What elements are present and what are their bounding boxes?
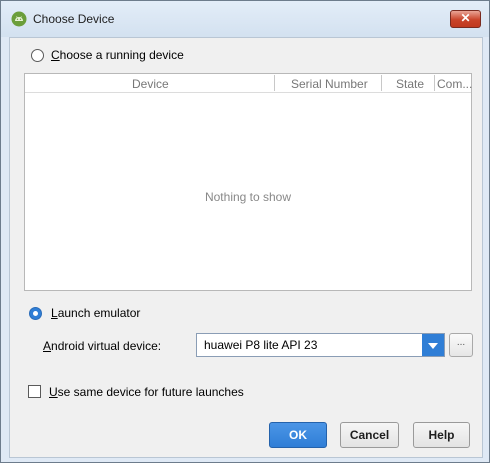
launch-emulator-label[interactable]: Launch emulator	[51, 306, 140, 320]
same-device-checkbox[interactable]	[28, 385, 41, 398]
launch-emulator-mnemonic: L	[51, 306, 58, 320]
same-device-label[interactable]: Use same device for future launches	[49, 385, 244, 399]
avd-label: Android virtual device:	[43, 339, 161, 353]
close-button[interactable]: ✕	[450, 10, 481, 28]
column-divider	[381, 75, 382, 91]
cancel-button[interactable]: Cancel	[340, 422, 399, 448]
avd-browse-button[interactable]: ...	[449, 333, 473, 357]
ellipsis-icon: ...	[456, 337, 466, 348]
same-device-label-rest: se same device for future launches	[57, 385, 244, 399]
launch-emulator-label-rest: aunch emulator	[57, 306, 141, 320]
dialog-content: Choose a running device Device Serial Nu…	[9, 37, 483, 458]
empty-table-message: Nothing to show	[204, 190, 292, 204]
avd-mnemonic: A	[43, 339, 52, 353]
column-serial-number[interactable]: Serial Number	[291, 77, 368, 91]
title-bar[interactable]: Choose Device ✕	[1, 1, 489, 37]
running-device-label-rest: hoose a running device	[59, 48, 184, 62]
avd-selected-value: huawei P8 lite API 23	[204, 338, 318, 352]
column-device[interactable]: Device	[132, 77, 169, 91]
device-table[interactable]: Device Serial Number State Com... Nothin…	[24, 73, 472, 291]
running-device-mnemonic: C	[51, 48, 60, 62]
column-state[interactable]: State	[396, 77, 424, 91]
column-compatible[interactable]: Com...	[437, 77, 472, 91]
same-device-mnemonic: U	[49, 385, 58, 399]
running-device-label[interactable]: Choose a running device	[51, 48, 184, 62]
device-table-header: Device Serial Number State Com...	[25, 74, 472, 93]
chevron-down-icon[interactable]	[422, 334, 444, 356]
running-device-radio[interactable]	[31, 49, 44, 62]
launch-emulator-radio[interactable]	[29, 307, 42, 320]
avd-select[interactable]: huawei P8 lite API 23	[196, 333, 445, 357]
ok-button[interactable]: OK	[269, 422, 327, 448]
choose-device-dialog: Choose Device ✕ Choose a running device …	[0, 0, 490, 463]
android-icon	[11, 11, 27, 27]
column-divider	[434, 75, 435, 91]
window-title: Choose Device	[33, 12, 115, 26]
close-icon: ✕	[460, 11, 471, 25]
column-divider	[274, 75, 275, 91]
avd-label-rest: ndroid virtual device:	[51, 339, 162, 353]
help-button[interactable]: Help	[413, 422, 470, 448]
